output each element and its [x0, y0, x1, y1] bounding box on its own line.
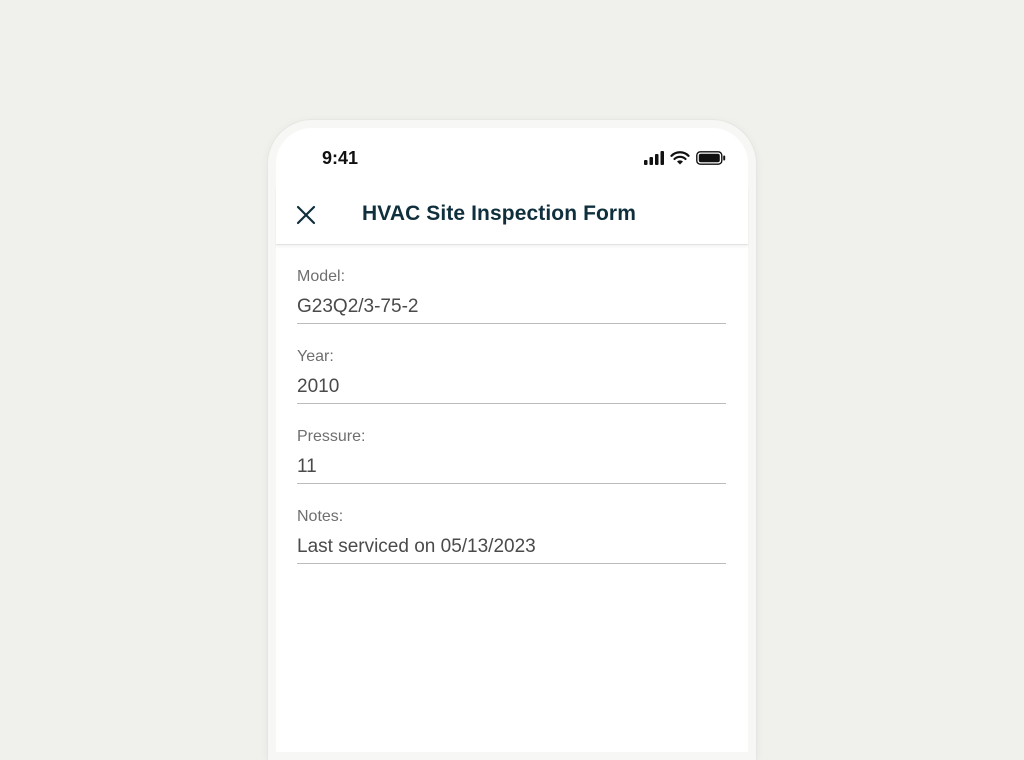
field-value[interactable]: 11: [297, 456, 317, 478]
field-value[interactable]: 2010: [297, 376, 339, 398]
field-label: Year:: [297, 348, 334, 365]
year-field[interactable]: Year: 2010: [297, 348, 726, 428]
status-bar: 9:41: [276, 128, 748, 186]
field-underline: [297, 483, 726, 484]
field-underline: [297, 323, 726, 324]
status-icons: [644, 150, 726, 166]
model-field[interactable]: Model: G23Q2/3-75-2: [297, 268, 726, 348]
field-label: Pressure:: [297, 428, 366, 445]
page-title: HVAC Site Inspection Form: [362, 202, 636, 225]
status-time: 9:41: [322, 148, 359, 168]
field-value[interactable]: G23Q2/3-75-2: [297, 296, 418, 318]
wifi-icon: [670, 150, 690, 164]
signal-icon: [644, 151, 664, 165]
inspection-form: Model: G23Q2/3-75-2 Year: 2010 Pressure:…: [297, 268, 726, 588]
battery-icon: [696, 151, 726, 165]
close-button[interactable]: [294, 203, 318, 227]
field-label: Model:: [297, 268, 346, 285]
pressure-field[interactable]: Pressure: 11: [297, 428, 726, 508]
notes-field[interactable]: Notes: Last serviced on 05/13/2023: [297, 508, 726, 588]
field-underline: [297, 403, 726, 404]
field-underline: [297, 563, 726, 564]
close-icon: [296, 205, 316, 225]
field-label: Notes:: [297, 508, 344, 525]
field-value[interactable]: Last serviced on 05/13/2023: [297, 536, 536, 558]
phone-frame: 9:41 HVAC Site Inspection Form Model: G2…: [268, 120, 756, 760]
app-header: HVAC Site Inspection Form: [276, 186, 748, 245]
